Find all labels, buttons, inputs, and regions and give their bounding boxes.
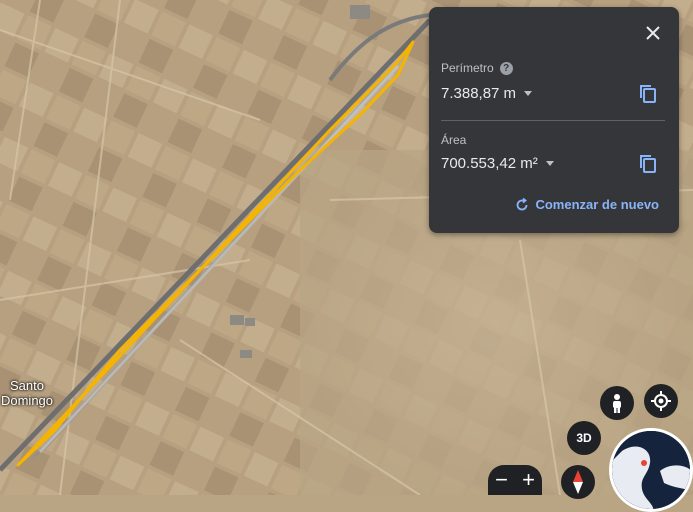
help-icon[interactable]: ? [499, 61, 513, 75]
3d-toggle-button[interactable]: 3D [567, 421, 601, 455]
area-value: 700.553,42 m² [441, 155, 538, 172]
perimeter-section-label: Perímetro ? [441, 61, 513, 75]
chevron-down-icon [524, 91, 533, 96]
compass-icon [573, 470, 583, 494]
perimeter-unit-selector[interactable]: 7.388,87 m [441, 85, 533, 102]
perimeter-value: 7.388,87 m [441, 85, 517, 102]
restart-button[interactable]: Comenzar de nuevo [515, 197, 659, 212]
globe-icon [612, 431, 690, 509]
divider [441, 120, 665, 121]
restart-label: Comenzar de nuevo [535, 197, 659, 212]
copy-icon[interactable] [637, 153, 659, 175]
pegman-icon [613, 394, 621, 413]
street-view-button[interactable] [600, 386, 634, 420]
globe-button[interactable] [609, 428, 693, 512]
my-location-icon [651, 391, 671, 411]
copy-icon[interactable] [637, 83, 659, 105]
measure-panel: Perímetro ? 7.388,87 m Área 700.553,42 m… [429, 7, 679, 233]
restart-icon [517, 197, 528, 210]
close-button[interactable] [641, 21, 665, 45]
area-section-label: Área [441, 133, 466, 147]
area-unit-selector[interactable]: 700.553,42 m² [441, 155, 554, 172]
perimeter-label: Perímetro [441, 61, 494, 75]
compass-button[interactable] [561, 465, 595, 499]
place-label-santo-domingo: Santo Domingo [0, 378, 54, 408]
area-label: Área [441, 133, 467, 147]
zoom-controls: − + [488, 465, 542, 495]
chevron-down-icon [545, 161, 554, 166]
close-icon [646, 26, 660, 40]
zoom-in-button[interactable]: + [515, 465, 542, 495]
zoom-out-button[interactable]: − [488, 465, 515, 495]
my-location-button[interactable] [644, 384, 678, 418]
